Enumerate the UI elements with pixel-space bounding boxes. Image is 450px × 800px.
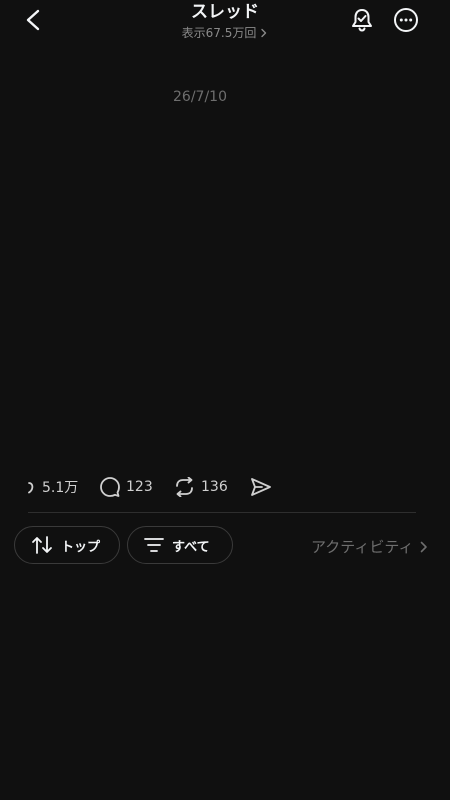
comment-icon <box>100 477 120 497</box>
header-bar: スレッド 表示67.5万回 <box>0 0 450 44</box>
notify-button[interactable] <box>348 6 376 34</box>
divider <box>28 512 416 513</box>
more-options-icon <box>394 8 418 32</box>
chevron-right-icon <box>261 28 267 38</box>
comment-count: 123 <box>126 479 153 495</box>
filter-all-button[interactable]: すべて <box>127 526 233 564</box>
repost-button[interactable]: 136 <box>174 474 228 500</box>
view-count-label: 表示67.5万回 <box>181 26 257 40</box>
like-button[interactable]: 5.1万 <box>28 474 78 500</box>
filter-all-label: すべて <box>172 539 210 555</box>
repost-count: 136 <box>201 479 228 495</box>
page-title: スレッド <box>191 2 259 22</box>
share-icon <box>251 478 271 496</box>
activity-label: アクティビティ <box>311 538 414 556</box>
activity-link[interactable]: アクティビティ <box>311 536 428 557</box>
repost-icon <box>176 477 193 497</box>
reply-sort-bar: トップ すべて アクティビティ <box>0 526 450 566</box>
post-date: 26/7/10 <box>173 89 227 105</box>
comment-button[interactable]: 123 <box>100 474 153 500</box>
more-options-button[interactable] <box>392 6 420 34</box>
filter-lines-icon <box>144 538 164 552</box>
sort-top-label: トップ <box>61 539 101 555</box>
sort-top-button[interactable]: トップ <box>14 526 120 564</box>
chevron-right-icon <box>421 541 428 552</box>
sort-arrows-icon <box>32 536 52 554</box>
like-count: 5.1万 <box>42 480 79 496</box>
title-block: スレッド 表示67.5万回 <box>0 0 450 41</box>
post-actions: 5.1万 123 136 <box>0 474 450 500</box>
view-count-link[interactable]: 表示67.5万回 <box>182 25 269 41</box>
share-button[interactable] <box>250 474 272 500</box>
heart-icon <box>28 482 34 494</box>
bell-check-icon <box>352 9 372 32</box>
